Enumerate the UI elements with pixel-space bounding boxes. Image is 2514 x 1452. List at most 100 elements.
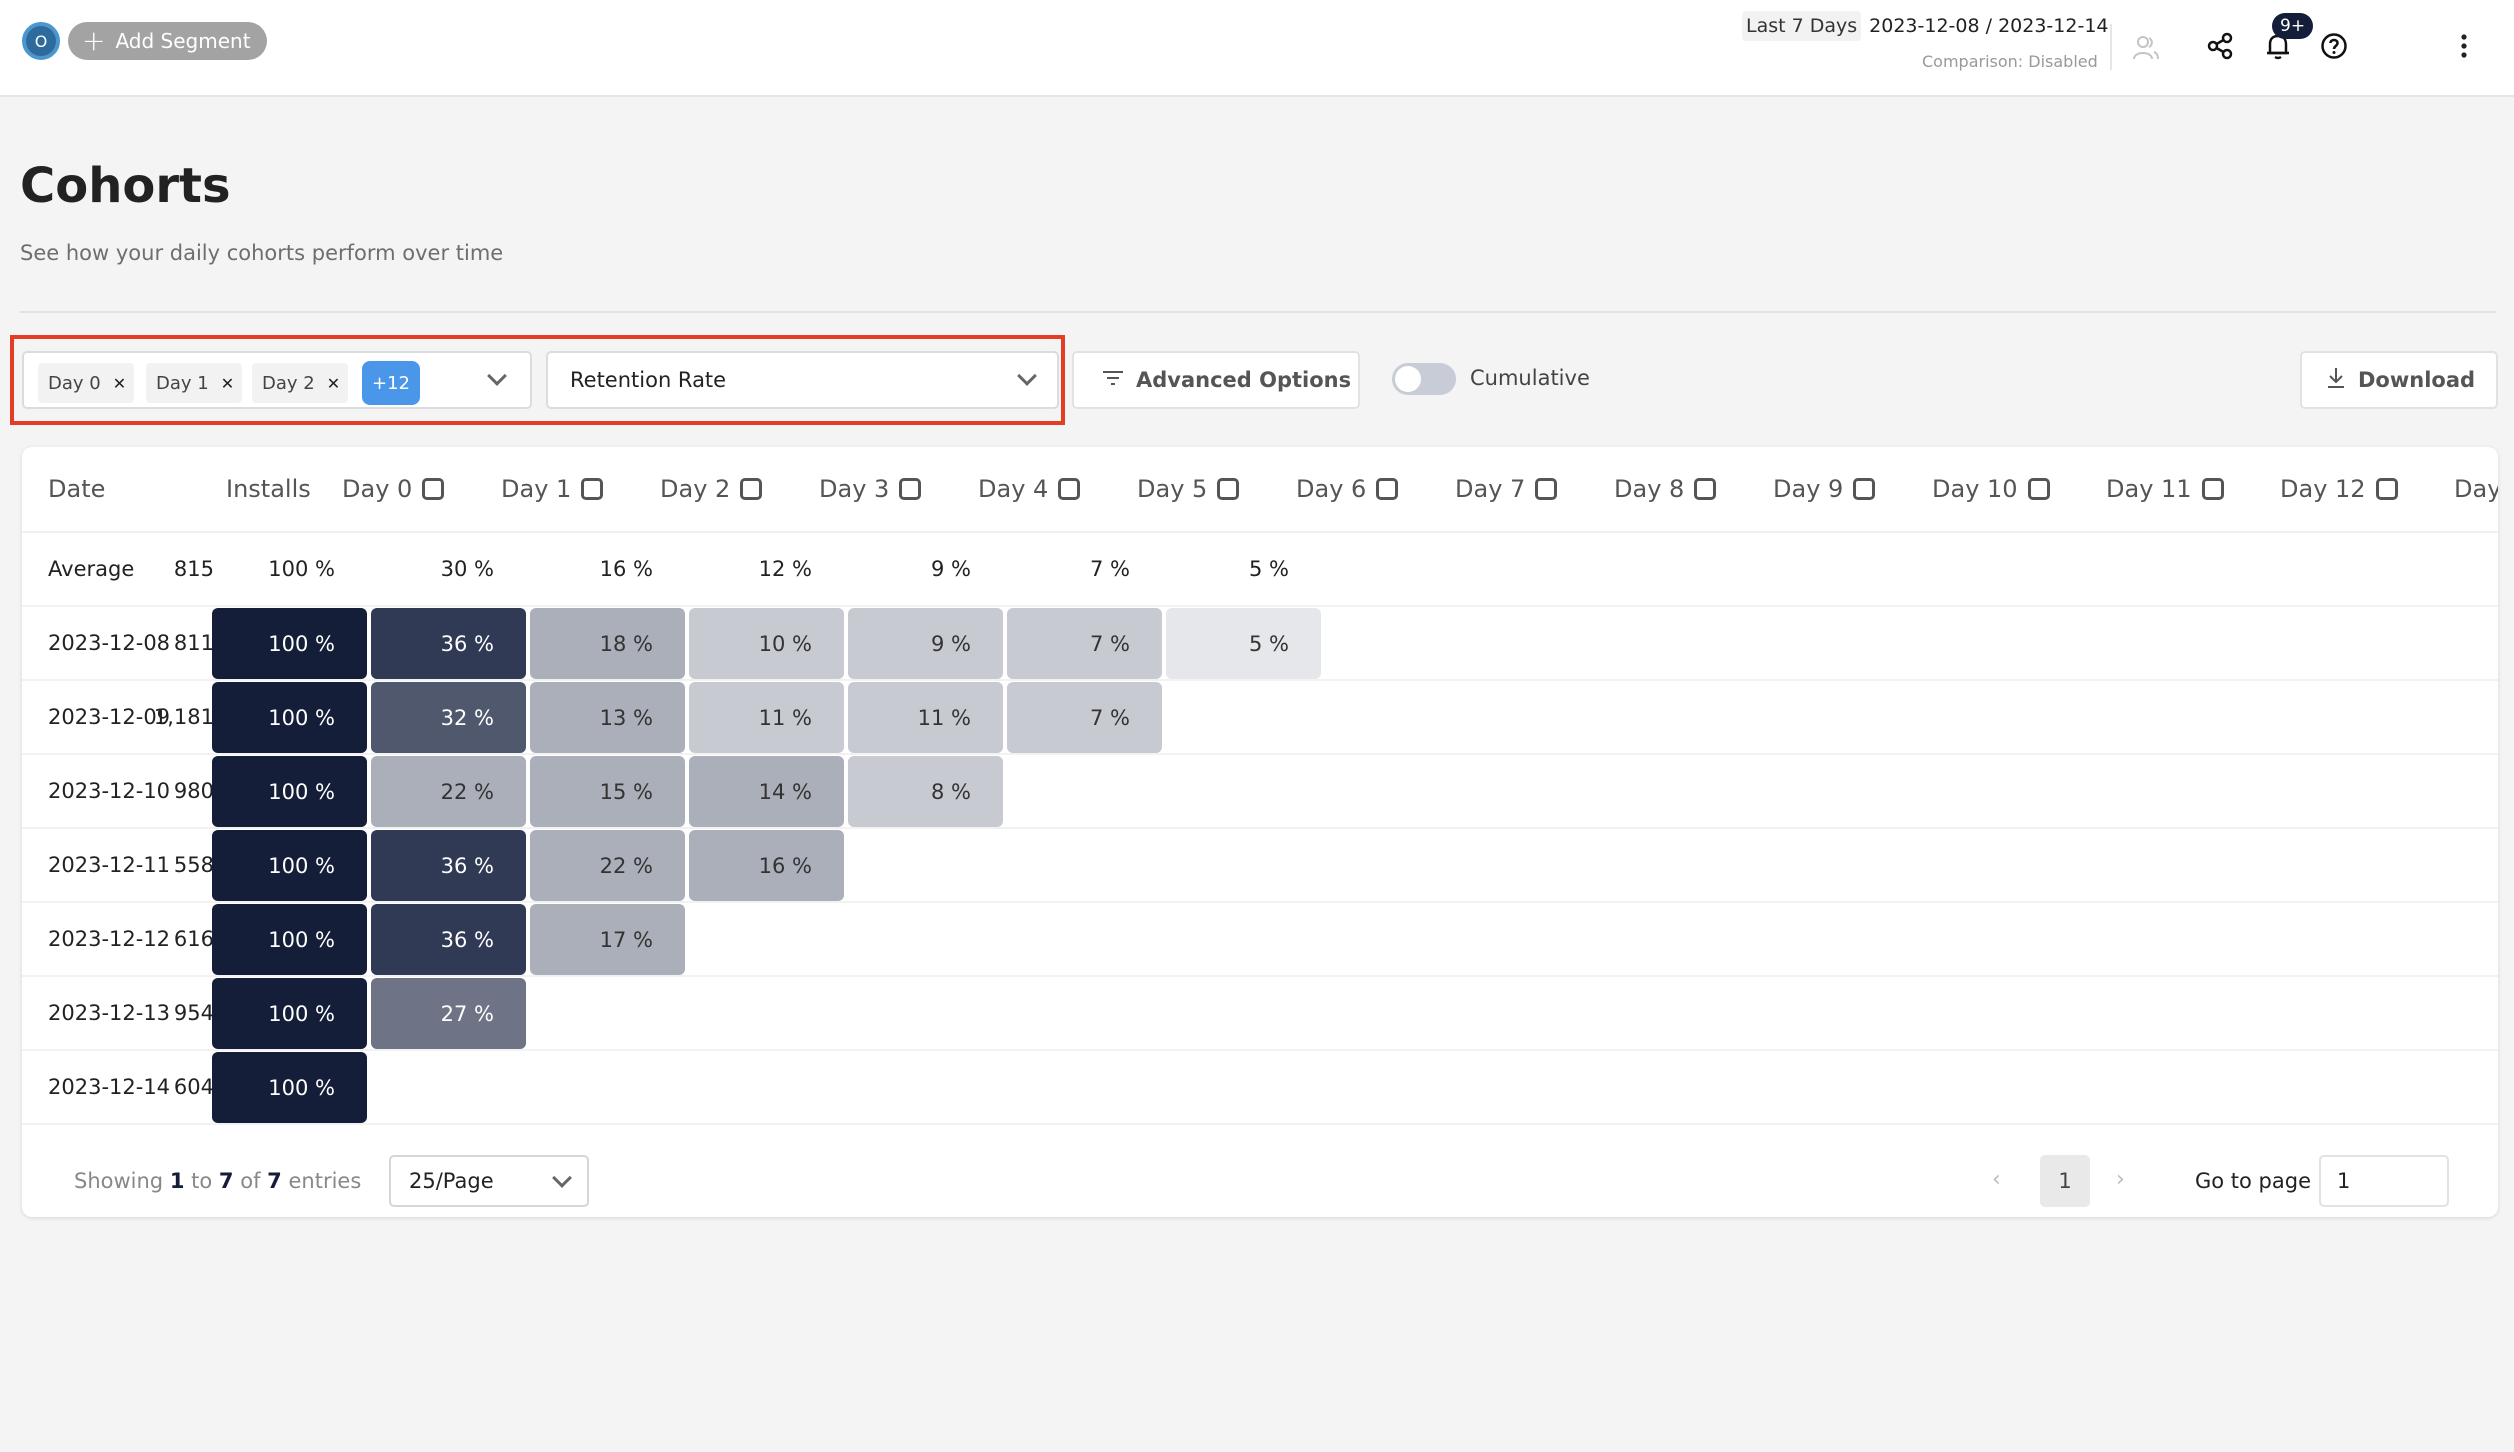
metric-select[interactable]: Retention Rate (546, 351, 1059, 409)
cohort-installs: 1,181 (153, 705, 214, 729)
day-multiselect[interactable]: Day 0 ✕ Day 1 ✕ Day 2 ✕ +12 (22, 351, 532, 409)
goto-page-input[interactable] (2319, 1155, 2449, 1207)
cohort-installs: 980 (173, 779, 214, 803)
col-header-day[interactable]: Day 4 (978, 475, 1081, 503)
retention-cell: 100 % (212, 1052, 367, 1123)
col-header-day[interactable]: Day 1 (501, 475, 604, 503)
col-header-day[interactable]: Day 3 (819, 475, 922, 503)
column-checkbox[interactable] (1535, 478, 1558, 500)
day-tag[interactable]: Day 2 ✕ (252, 363, 349, 403)
column-checkbox[interactable] (899, 478, 922, 500)
date-range-picker[interactable]: Last 7 Days 2023-12-08 / 2023-12-14 (1742, 8, 2109, 44)
page-size-select[interactable]: 25/Page (389, 1155, 589, 1207)
column-checkbox[interactable] (1058, 478, 1081, 500)
column-checkbox[interactable] (2201, 478, 2224, 500)
advanced-options-button[interactable]: Advanced Options (1072, 351, 1360, 409)
retention-cell: 9 % (848, 608, 1003, 679)
date-range-value[interactable]: 2023-12-08 / 2023-12-14 (1869, 15, 2108, 37)
col-header-label: Day 5 (1137, 475, 1208, 503)
retention-cell: 36 % (371, 830, 526, 901)
metric-select-value: Retention Rate (570, 368, 727, 392)
col-header-day[interactable]: Day 12 (2280, 475, 2398, 503)
retention-cell: 22 % (530, 830, 685, 901)
day-tag-label: Day 0 (48, 372, 101, 394)
col-header-day[interactable]: Day 10 (1932, 475, 2050, 503)
retention-cell: 5 % (1166, 608, 1321, 679)
column-checkbox[interactable] (422, 478, 445, 500)
col-header-day[interactable]: Day 2 (660, 475, 763, 503)
cohort-installs: 558 (173, 853, 214, 877)
chevron-down-icon[interactable] (487, 366, 507, 386)
table-row: 2023-12-09 1,181 100 % 32 % 13 % 11 % 11 % 7 % (22, 681, 2498, 755)
col-header-label: Day 4 (978, 475, 1049, 503)
top-bar: O + Add Segment Last 7 Days 2023-12-08 /… (0, 0, 2514, 97)
col-header-installs[interactable]: Installs (226, 475, 311, 503)
cohort-installs: 954 (173, 1001, 214, 1025)
retention-cell: 11 % (689, 682, 844, 753)
segment-avatar[interactable]: O (22, 22, 60, 60)
col-header-label: Day 11 (2106, 475, 2192, 503)
date-preset[interactable]: Last 7 Days (1742, 11, 1862, 41)
col-header-day[interactable]: Day 13 (2454, 475, 2498, 503)
column-checkbox[interactable] (1853, 478, 1876, 500)
next-page-icon[interactable]: › (2116, 1167, 2125, 1192)
column-checkbox[interactable] (1694, 478, 1717, 500)
comparison-status: Comparison: Disabled (1922, 52, 2098, 71)
column-checkbox[interactable] (2027, 478, 2050, 500)
column-checkbox[interactable] (2375, 478, 2398, 500)
col-header-day[interactable]: Day 7 (1455, 475, 1558, 503)
col-header-day[interactable]: Day 0 (342, 475, 445, 503)
help-icon[interactable] (2316, 28, 2352, 64)
page-size-value: 25/Page (409, 1169, 494, 1193)
prev-page-icon[interactable]: ‹ (1992, 1167, 2001, 1192)
col-header-label: Day 1 (501, 475, 572, 503)
day-tag[interactable]: Day 0 ✕ (38, 363, 135, 403)
header-divider (2110, 24, 2112, 70)
col-header-day[interactable]: Day 11 (2106, 475, 2224, 503)
download-button[interactable]: Download (2300, 351, 2498, 409)
column-checkbox[interactable] (581, 478, 604, 500)
retention-cell: 13 % (530, 682, 685, 753)
average-cell: 5 % (1249, 557, 1289, 581)
col-header-label: Day 8 (1614, 475, 1685, 503)
retention-cell: 10 % (689, 608, 844, 679)
remove-tag-icon[interactable]: ✕ (221, 374, 234, 393)
col-header-day[interactable]: Day 6 (1296, 475, 1399, 503)
remove-tag-icon[interactable]: ✕ (113, 374, 126, 393)
chevron-down-icon[interactable] (1017, 366, 1037, 386)
retention-cell: 7 % (1007, 682, 1162, 753)
day-tag[interactable]: Day 1 ✕ (146, 363, 243, 403)
day-tag-label: Day 2 (262, 372, 315, 394)
share-icon[interactable] (2202, 28, 2238, 64)
add-segment-button[interactable]: + Add Segment (68, 22, 267, 60)
column-checkbox[interactable] (1217, 478, 1240, 500)
col-header-date[interactable]: Date (48, 475, 105, 503)
summary-to: 7 (218, 1169, 234, 1193)
retention-cell: 27 % (371, 978, 526, 1049)
more-tags-badge[interactable]: +12 (362, 361, 420, 405)
advanced-options-label: Advanced Options (1136, 368, 1352, 392)
header-divider-line (20, 311, 2496, 313)
col-header-label: Day 9 (1773, 475, 1844, 503)
page-subtitle: See how your daily cohorts perform over … (20, 241, 504, 265)
summary-text: Showing (74, 1169, 164, 1193)
col-header-day[interactable]: Day 8 (1614, 475, 1717, 503)
average-row: Average 815 100 % 30 % 16 % 12 % 9 % 7 % 5 % (22, 533, 2498, 607)
current-page-button[interactable]: 1 (2040, 1155, 2090, 1207)
col-header-label: Day 13 (2454, 475, 2498, 503)
col-header-label: Day 7 (1455, 475, 1526, 503)
column-checkbox[interactable] (1376, 478, 1399, 500)
remove-tag-icon[interactable]: ✕ (327, 374, 340, 393)
cumulative-toggle[interactable] (1392, 363, 1456, 395)
chevron-down-icon[interactable] (552, 1168, 572, 1188)
retention-cell: 16 % (689, 830, 844, 901)
users-icon[interactable] (2128, 30, 2164, 66)
col-header-day[interactable]: Day 5 (1137, 475, 1240, 503)
table-row: 2023-12-10 980 100 % 22 % 15 % 14 % 8 % (22, 755, 2498, 829)
column-checkbox[interactable] (740, 478, 763, 500)
summary-text: of (240, 1169, 261, 1193)
col-header-day[interactable]: Day 9 (1773, 475, 1876, 503)
retention-cell: 100 % (212, 608, 367, 679)
more-options-icon[interactable] (2446, 28, 2482, 64)
cohort-installs: 811 (173, 631, 214, 655)
